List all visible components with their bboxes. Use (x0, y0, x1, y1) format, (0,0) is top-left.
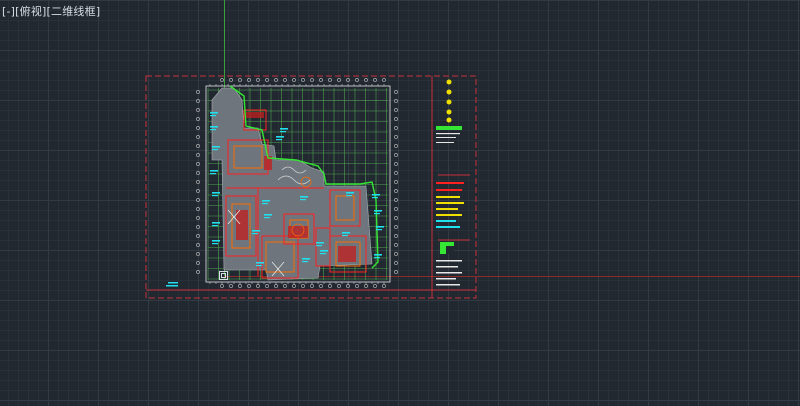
ucs-icon (219, 271, 228, 280)
title-block (436, 79, 464, 286)
floor-plan-drawing (145, 75, 477, 299)
model-space-viewport[interactable]: [-][俯视][二维线框] (0, 0, 800, 406)
side-notes (166, 282, 178, 287)
